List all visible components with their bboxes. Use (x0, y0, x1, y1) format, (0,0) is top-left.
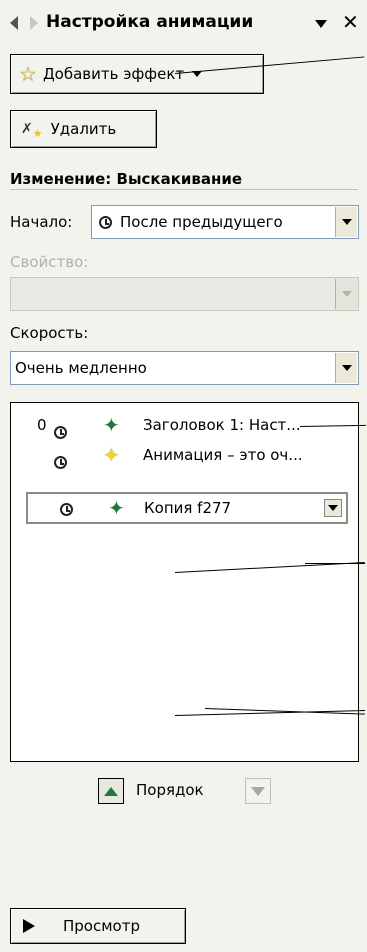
title-bar: Настройка анимации ✕ (0, 0, 367, 46)
down-arrow-icon (251, 786, 265, 796)
list-item-label: Анимация – это оч... (143, 446, 303, 464)
remove-button[interactable]: ✗ ★ Удалить (10, 110, 157, 148)
up-arrow-icon (104, 786, 118, 796)
start-clock-icon (99, 216, 112, 229)
speed-dropdown-arrow[interactable] (335, 353, 357, 383)
start-label: Начало: (10, 213, 73, 231)
heading-divider (10, 189, 358, 190)
panel-title: Настройка анимации (46, 12, 254, 32)
list-item-label: Заголовок 1: Наст... (143, 416, 301, 434)
clock-icon (54, 425, 67, 439)
property-dropdown-arrow (335, 279, 357, 309)
back-arrow-icon[interactable] (10, 16, 18, 30)
close-icon[interactable]: ✕ (342, 10, 359, 34)
property-label: Свойство: (10, 253, 89, 271)
start-dropdown-arrow[interactable] (335, 207, 357, 237)
start-value: После предыдущего (120, 213, 283, 231)
speed-select[interactable]: Очень медленно (10, 351, 359, 385)
green-star-icon: ✦ (108, 496, 125, 520)
list-item-dropdown-arrow[interactable] (324, 499, 342, 517)
list-item-order: 0 (37, 416, 47, 434)
change-heading: Изменение: Выскакивание (10, 170, 243, 188)
add-effect-star-icon: ☆ (19, 62, 37, 86)
play-icon (23, 919, 35, 933)
yellow-star-icon: ✦ (103, 443, 120, 467)
add-effect-button[interactable]: ☆ Добавить эффект (10, 54, 264, 94)
clock-icon (54, 455, 67, 469)
play-button[interactable]: Просмотр (10, 908, 186, 944)
green-star-icon: ✦ (103, 413, 120, 437)
animation-list[interactable]: 0 ✦ Заголовок 1: Наст... ✦ Анимация – эт… (10, 402, 359, 762)
reorder-label: Порядок (136, 781, 204, 799)
speed-value: Очень медленно (15, 359, 147, 377)
list-item-label: Копия f277 (144, 499, 232, 517)
remove-effect-icon: ✗ (21, 121, 33, 137)
add-effect-label: Добавить эффект (42, 65, 185, 83)
list-item[interactable]: ✦ Анимация – это оч... (11, 443, 358, 469)
forward-arrow-icon[interactable] (30, 16, 38, 30)
remove-star-icon: ★ (32, 126, 43, 140)
list-item-selected[interactable]: ✦ Копия f277 (26, 492, 348, 524)
play-label: Просмотр (63, 917, 140, 935)
clock-icon (60, 503, 73, 516)
start-select[interactable]: После предыдущего (91, 205, 359, 239)
property-select (10, 277, 359, 311)
panel-menu-icon[interactable] (315, 20, 327, 28)
move-down-button (245, 778, 271, 804)
remove-label: Удалить (50, 120, 117, 138)
speed-label: Скорость: (10, 324, 89, 342)
move-up-button[interactable] (98, 778, 124, 804)
